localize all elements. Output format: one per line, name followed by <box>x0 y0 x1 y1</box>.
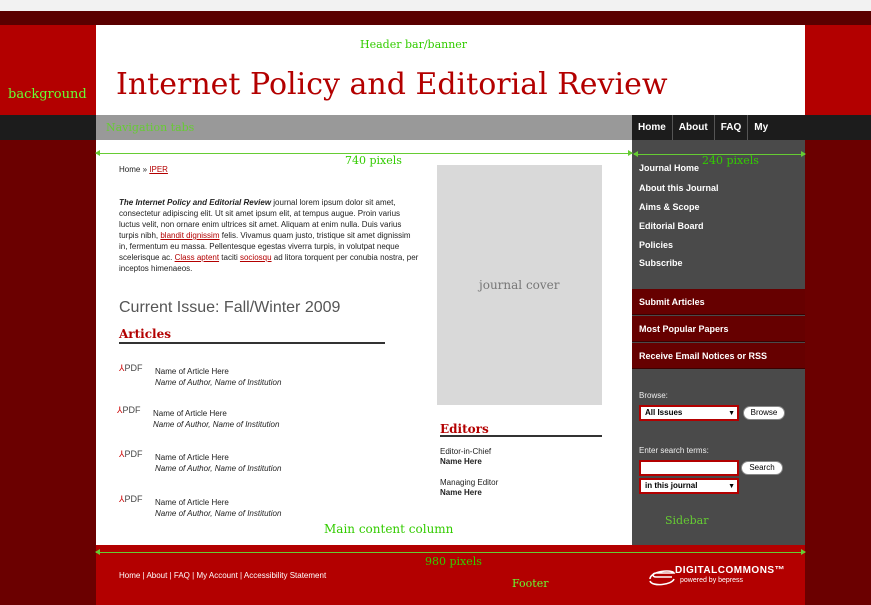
footer-separator: | <box>240 571 243 580</box>
article-author: Name of Author, Name of Institution <box>155 464 282 473</box>
article-title[interactable]: Name of Article Here <box>155 452 281 463</box>
article-title[interactable]: Name of Article Here <box>155 497 281 508</box>
nav-about[interactable]: About <box>673 115 715 140</box>
intro-link-2[interactable]: Class aptent <box>175 253 219 262</box>
pdf-label: PDF <box>124 494 143 504</box>
nav-faq[interactable]: FAQ <box>715 115 749 140</box>
footer-separator: | <box>142 571 145 580</box>
article-item: Name of Article Here Name of Author, Nam… <box>153 408 279 430</box>
article-author: Name of Author, Name of Institution <box>155 378 282 387</box>
pdf-label: PDF <box>122 405 141 415</box>
article-item: Name of Article Here Name of Author, Nam… <box>155 497 281 519</box>
pdf-label: PDF <box>124 449 143 459</box>
intro-link-3[interactable]: sociosqu <box>240 253 272 262</box>
footer-link-faq[interactable]: FAQ <box>174 571 190 580</box>
search-scope-value: in this journal <box>645 481 698 490</box>
pdf-link[interactable]: ⅄PDF <box>119 363 143 374</box>
article-item: Name of Article Here Name of Author, Nam… <box>155 366 281 388</box>
articles-heading: Articles <box>119 327 171 341</box>
chevron-down-icon: ▼ <box>728 410 735 417</box>
sidebar-editorial-board[interactable]: Editorial Board <box>639 221 704 231</box>
nav-home[interactable]: Home <box>632 115 673 140</box>
editor-role: Editor-in-Chief <box>440 447 492 456</box>
background-label: background <box>8 87 87 102</box>
breadcrumb-home[interactable]: Home <box>119 165 140 174</box>
article-title[interactable]: Name of Article Here <box>153 408 279 419</box>
sidebar-subscribe[interactable]: Subscribe <box>639 258 683 268</box>
popular-papers-label: Most Popular Papers <box>639 324 729 334</box>
footer-link-account[interactable]: My Account <box>196 571 237 580</box>
browse-button[interactable]: Browse <box>743 406 785 420</box>
intro-link-1[interactable]: blandit dignissim <box>160 231 219 240</box>
editor-name: Name Here <box>440 457 482 466</box>
browse-select[interactable]: All Issues ▼ <box>639 405 739 421</box>
breadcrumb-separator: » <box>142 165 148 174</box>
main-column-annotation: Main content column <box>324 522 454 536</box>
sidebar-about-journal[interactable]: About this Journal <box>639 183 719 193</box>
nav-my-account[interactable]: My Account <box>748 115 805 158</box>
journal-name: The Internet Policy and Editorial Review <box>119 198 272 207</box>
page-width-arrow <box>95 549 806 555</box>
managing-editor: Managing Editor Name Here <box>440 478 498 498</box>
editors-heading: Editors <box>440 422 489 436</box>
articles-rule <box>119 342 385 344</box>
intro-paragraph: The Internet Policy and Editorial Review… <box>119 197 419 274</box>
article-author: Name of Author, Name of Institution <box>155 509 282 518</box>
submit-articles-box[interactable]: Submit Articles <box>632 289 805 315</box>
search-button[interactable]: Search <box>741 461 783 475</box>
footer-link-about[interactable]: About <box>146 571 167 580</box>
article-author: Name of Author, Name of Institution <box>153 420 280 429</box>
footer-links: Home | About | FAQ | My Account | Access… <box>119 571 326 580</box>
intro-text-3: taciti <box>219 253 240 262</box>
editors-rule <box>440 435 602 437</box>
sidebar-policies[interactable]: Policies <box>639 240 673 250</box>
footer-link-accessibility[interactable]: Accessibility Statement <box>244 571 326 580</box>
page-width-label: 980 pixels <box>425 555 482 568</box>
digital-commons-tagline: powered by bepress <box>680 577 744 584</box>
journal-cover-label: journal cover <box>479 278 560 292</box>
pdf-label: PDF <box>124 363 143 373</box>
nav-links: Home About FAQ My Account <box>632 115 805 158</box>
popular-papers-box[interactable]: Most Popular Papers <box>632 316 805 342</box>
footer-annotation: Footer <box>512 577 549 590</box>
background-right-panel <box>805 25 871 115</box>
chevron-down-icon: ▼ <box>728 483 735 490</box>
browse-select-value: All Issues <box>645 408 683 417</box>
submit-articles-label: Submit Articles <box>639 297 705 307</box>
nav-annotation: Navigation tabs <box>106 121 195 134</box>
editor-in-chief: Editor-in-Chief Name Here <box>440 447 491 467</box>
header-annotation: Header bar/banner <box>360 38 468 51</box>
pdf-link[interactable]: ⅄PDF <box>119 494 143 505</box>
pdf-link[interactable]: ⅄PDF <box>117 405 141 416</box>
main-width-label: 740 pixels <box>345 154 402 167</box>
email-notices-box[interactable]: Receive Email Notices or RSS <box>632 343 805 369</box>
footer-separator: | <box>192 571 195 580</box>
search-scope-select[interactable]: in this journal ▼ <box>639 478 739 494</box>
browse-label: Browse: <box>639 391 668 400</box>
sidebar-annotation: Sidebar <box>665 514 709 527</box>
footer-separator: | <box>169 571 172 580</box>
email-notices-label: Receive Email Notices or RSS <box>639 351 768 361</box>
sidebar-width-label: 240 pixels <box>702 154 759 167</box>
search-label: Enter search terms: <box>639 446 709 455</box>
article-item: Name of Article Here Name of Author, Nam… <box>155 452 281 474</box>
site-title[interactable]: Internet Policy and Editorial Review <box>116 67 668 102</box>
editor-name: Name Here <box>440 488 482 497</box>
top-strip <box>0 0 871 11</box>
search-input[interactable] <box>639 460 739 476</box>
background-band <box>0 11 871 25</box>
digital-commons-brand[interactable]: DIGITALCOMMONS™ <box>675 565 785 576</box>
pdf-link[interactable]: ⅄PDF <box>119 449 143 460</box>
sidebar-aims-scope[interactable]: Aims & Scope <box>639 202 700 212</box>
sidebar-journal-home[interactable]: Journal Home <box>639 163 699 173</box>
breadcrumb: Home » IPER <box>119 165 168 174</box>
footer-link-home[interactable]: Home <box>119 571 140 580</box>
article-title[interactable]: Name of Article Here <box>155 366 281 377</box>
editor-role: Managing Editor <box>440 478 499 487</box>
breadcrumb-current[interactable]: IPER <box>149 165 168 174</box>
current-issue-title: Current Issue: Fall/Winter 2009 <box>119 299 341 316</box>
